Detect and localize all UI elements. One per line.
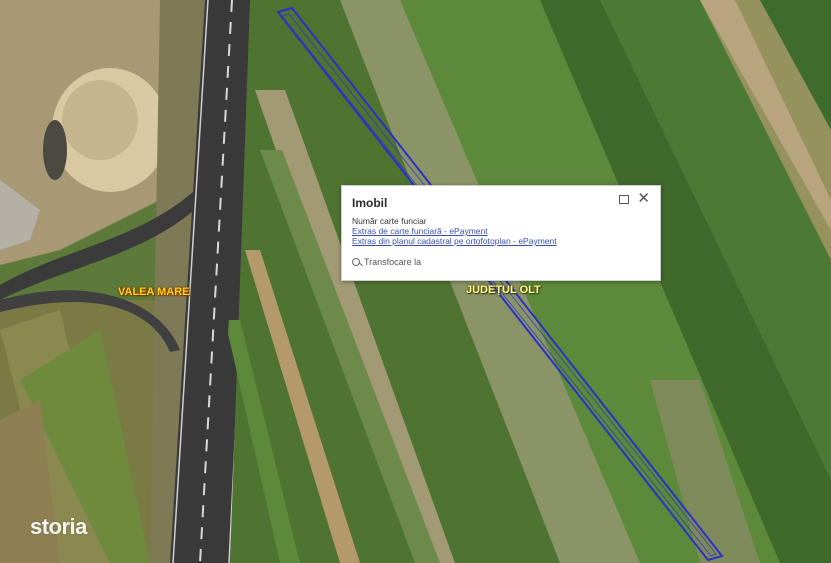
- zoom-to-label: Transfocare la: [364, 257, 422, 267]
- zoom-to-button[interactable]: Transfocare la: [352, 257, 421, 267]
- field-strips: [225, 0, 831, 563]
- extras-carte-funciara-link[interactable]: Extras de carte funciară - ePayment: [352, 226, 488, 236]
- storia-watermark: storia: [30, 514, 87, 539]
- maximize-icon[interactable]: [619, 195, 629, 204]
- zoom-icon: [352, 257, 361, 267]
- property-info-popup: Imobil ✕ Număr carte funciar Extras de c…: [341, 185, 661, 281]
- place-label-valea-mare: VALEA MARE: [118, 286, 190, 298]
- place-label-judet-olt: JUDEȚUL OLT: [466, 284, 541, 296]
- extras-plan-cadastral-link[interactable]: Extras din planul cadastral pe ortofotop…: [352, 236, 557, 246]
- popup-title: Imobil: [352, 196, 388, 210]
- carte-funciara-number: Număr carte funciar: [352, 216, 427, 226]
- close-icon[interactable]: ✕: [637, 191, 650, 206]
- satellite-map[interactable]: [0, 0, 831, 563]
